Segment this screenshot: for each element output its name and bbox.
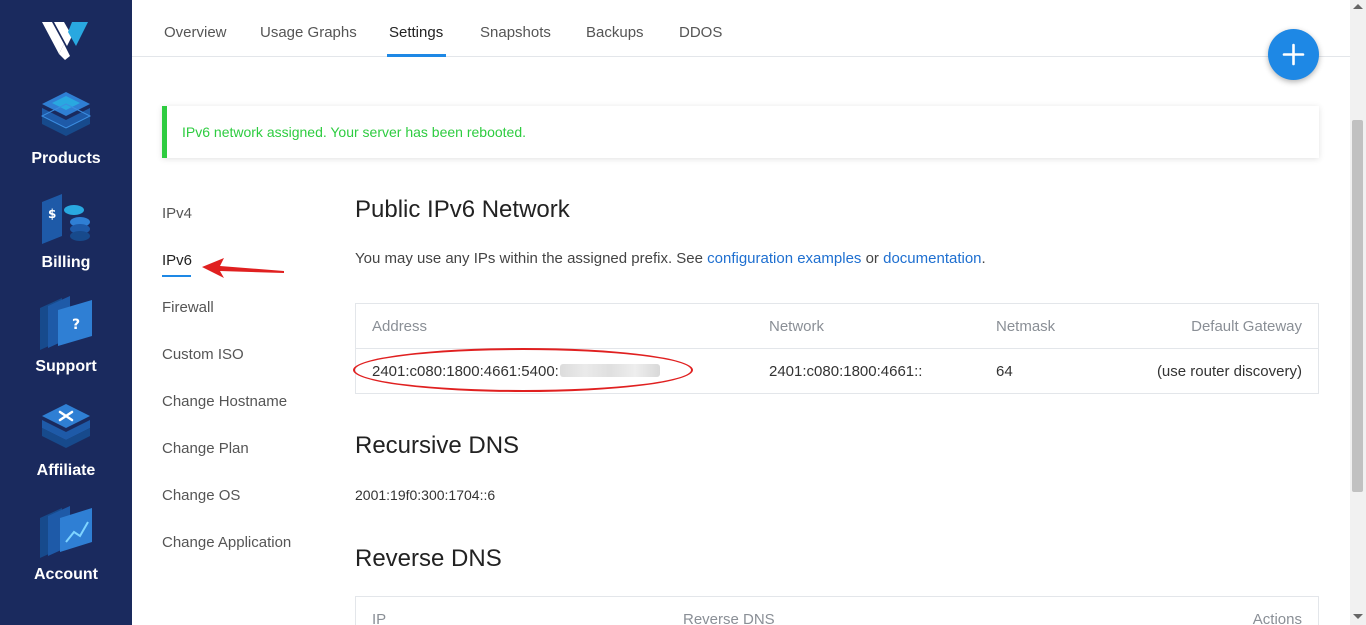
svg-text:?: ? [72,317,80,333]
reverse-dns-title: Reverse DNS [355,545,502,572]
account-icon [40,506,92,558]
active-tab-indicator [387,54,446,57]
subnav-ipv4[interactable]: IPv4 [162,205,192,222]
column-header: Default Gateway [1191,318,1302,335]
products-icon [40,92,92,136]
recursive-dns-value: 2001:19f0:300:1704::6 [355,487,496,503]
scrollbar-thumb[interactable] [1352,120,1363,492]
vultr-logo[interactable] [42,18,88,60]
sidebar-item-label: Account [34,566,98,583]
tab-overview[interactable]: Overview [164,24,227,41]
top-tabs: Overview Usage Graphs Settings Snapshots… [132,0,1350,57]
success-alert: IPv6 network assigned. Your server has b… [162,106,1319,158]
tab-usage-graphs[interactable]: Usage Graphs [260,24,357,41]
sidebar-item-billing[interactable]: $ Billing [0,192,132,288]
subnav-change-hostname[interactable]: Change Hostname [162,393,287,410]
active-subnav-indicator [162,275,191,277]
sidebar-item-label: Billing [41,254,91,271]
desc-text: or [861,250,884,267]
alert-message: IPv6 network assigned. Your server has b… [182,124,526,140]
scroll-up-arrow-icon[interactable] [1353,4,1363,9]
column-header: Actions [1252,611,1302,625]
column-header: Reverse DNS [683,611,775,625]
sidebar-item-products[interactable]: Products [0,88,132,184]
recursive-dns-title: Recursive DNS [355,432,520,459]
plus-icon [1282,43,1305,66]
support-icon: ? [40,296,92,350]
svg-text:$: $ [48,207,56,221]
configuration-examples-link[interactable]: configuration examples [707,250,861,267]
sidebar-item-affiliate[interactable]: Affiliate [0,400,132,496]
column-header: Network [769,318,825,335]
tab-ddos[interactable]: DDOS [679,24,722,41]
subnav-change-application[interactable]: Change Application [162,534,291,551]
billing-icon: $ [42,194,90,244]
reverse-dns-table: IP Reverse DNS Actions [355,596,1319,625]
sidebar-item-label: Affiliate [36,462,96,479]
sidebar: Products $ Billing ? Support Affiliate A… [0,0,132,625]
annotation-arrow-icon [202,258,284,278]
subnav-firewall[interactable]: Firewall [162,299,214,316]
table-header: Address Network Netmask Default Gateway [356,304,1318,349]
add-button[interactable] [1268,29,1319,80]
ipv6-network: 2401:c080:1800:4661:: [769,363,923,380]
subnav-change-plan[interactable]: Change Plan [162,440,249,457]
ipv6-netmask: 64 [996,363,1013,380]
column-header: Netmask [996,318,1056,335]
sidebar-item-label: Products [31,150,101,167]
subnav-ipv6[interactable]: IPv6 [162,252,192,269]
desc-text: You may use any IPs within the assigned … [355,250,708,267]
sidebar-item-account[interactable]: Account [0,504,132,600]
ipv6-section-title: Public IPv6 Network [355,196,570,223]
desc-text: . [981,250,986,267]
sidebar-item-support[interactable]: ? Support [0,296,132,392]
tab-backups[interactable]: Backups [586,24,644,41]
tab-settings[interactable]: Settings [389,24,443,41]
column-header: IP [372,611,387,625]
scroll-down-arrow-icon[interactable] [1353,614,1363,619]
subnav-custom-iso[interactable]: Custom ISO [162,346,244,363]
tab-snapshots[interactable]: Snapshots [480,24,551,41]
annotation-ellipse [353,348,693,392]
ipv6-gateway: (use router discovery) [1156,363,1302,380]
sidebar-item-label: Support [35,358,97,375]
ipv6-description: You may use any IPs within the assigned … [355,250,986,267]
column-header: Address [372,318,428,335]
documentation-link[interactable]: documentation [883,250,981,267]
affiliate-icon [42,404,90,448]
subnav-change-os[interactable]: Change OS [162,487,240,504]
